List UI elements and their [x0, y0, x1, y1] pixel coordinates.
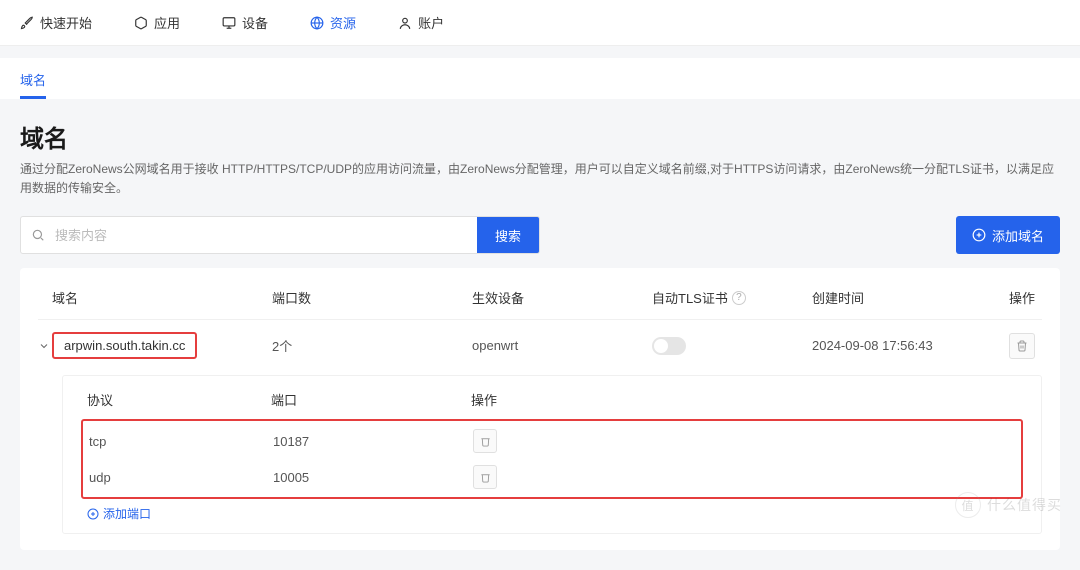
- domain-name: arpwin.south.takin.cc: [52, 332, 197, 359]
- port-count: 2个: [272, 336, 472, 355]
- table-row: arpwin.south.takin.cc 2个 openwrt 2024-09…: [38, 319, 1042, 371]
- tls-toggle[interactable]: [652, 337, 686, 355]
- th-created: 创建时间: [812, 288, 1002, 307]
- user-icon: [398, 16, 412, 30]
- nav-devices[interactable]: 设备: [222, 13, 268, 32]
- plus-circle-icon: [87, 508, 99, 520]
- delete-port-button[interactable]: [473, 429, 497, 453]
- nav-label: 快速开始: [40, 13, 92, 32]
- nav-quickstart[interactable]: 快速开始: [20, 13, 92, 32]
- th-port: 端口: [271, 390, 471, 409]
- th-device: 生效设备: [472, 288, 652, 307]
- protocol-value: udp: [83, 470, 273, 485]
- port-row: tcp 10187: [83, 423, 1021, 459]
- help-icon[interactable]: ?: [732, 291, 746, 305]
- nav-label: 设备: [242, 13, 268, 32]
- tab-bar: 域名: [0, 58, 1080, 99]
- nav-account[interactable]: 账户: [398, 13, 444, 32]
- device-name: openwrt: [472, 338, 652, 353]
- page-description: 通过分配ZeroNews公网域名用于接收 HTTP/HTTPS/TCP/UDP的…: [20, 160, 1060, 198]
- monitor-icon: [222, 16, 236, 30]
- top-nav: 快速开始 应用 设备 资源 账户: [0, 0, 1080, 46]
- th-sub-actions: 操作: [471, 390, 511, 409]
- add-domain-button[interactable]: 添加域名: [956, 216, 1060, 254]
- toolbar: 搜索 添加域名: [20, 216, 1060, 254]
- search-input[interactable]: [55, 217, 477, 253]
- th-domain: 域名: [52, 288, 272, 307]
- tab-domain[interactable]: 域名: [20, 58, 46, 99]
- th-actions: 操作: [1002, 288, 1042, 307]
- nav-apps[interactable]: 应用: [134, 13, 180, 32]
- cube-icon: [134, 16, 148, 30]
- sub-header: 协议 端口 操作: [81, 390, 1023, 419]
- globe-icon: [310, 16, 324, 30]
- nav-label: 账户: [418, 13, 444, 32]
- port-value: 10187: [273, 434, 473, 449]
- chevron-down-icon[interactable]: [38, 340, 52, 352]
- port-subtable: 协议 端口 操作 tcp 10187 udp 10005 添加端口: [62, 375, 1042, 534]
- nav-label: 应用: [154, 13, 180, 32]
- th-ports: 端口数: [272, 288, 472, 307]
- port-value: 10005: [273, 470, 473, 485]
- delete-port-button[interactable]: [473, 465, 497, 489]
- highlighted-ports: tcp 10187 udp 10005: [81, 419, 1023, 499]
- protocol-value: tcp: [83, 434, 273, 449]
- created-time: 2024-09-08 17:56:43: [812, 338, 1002, 353]
- add-domain-label: 添加域名: [992, 226, 1044, 245]
- nav-resources[interactable]: 资源: [310, 13, 356, 32]
- rocket-icon: [20, 16, 34, 30]
- page-title: 域名: [20, 119, 1060, 154]
- content: 域名 通过分配ZeroNews公网域名用于接收 HTTP/HTTPS/TCP/U…: [0, 99, 1080, 570]
- search-wrap: 搜索: [20, 216, 540, 254]
- search-button[interactable]: 搜索: [477, 217, 539, 253]
- th-protocol: 协议: [81, 390, 271, 409]
- add-port-button[interactable]: 添加端口: [87, 505, 151, 522]
- port-row: udp 10005: [83, 459, 1021, 495]
- th-tls: 自动TLS证书 ?: [652, 288, 812, 307]
- add-port-label: 添加端口: [103, 505, 151, 522]
- nav-label: 资源: [330, 13, 356, 32]
- domain-table: 域名 端口数 生效设备 自动TLS证书 ? 创建时间 操作 arpwin.sou…: [20, 268, 1060, 550]
- delete-button[interactable]: [1009, 333, 1035, 359]
- search-icon: [21, 217, 55, 253]
- plus-circle-icon: [972, 228, 986, 242]
- table-header: 域名 端口数 生效设备 自动TLS证书 ? 创建时间 操作: [38, 282, 1042, 319]
